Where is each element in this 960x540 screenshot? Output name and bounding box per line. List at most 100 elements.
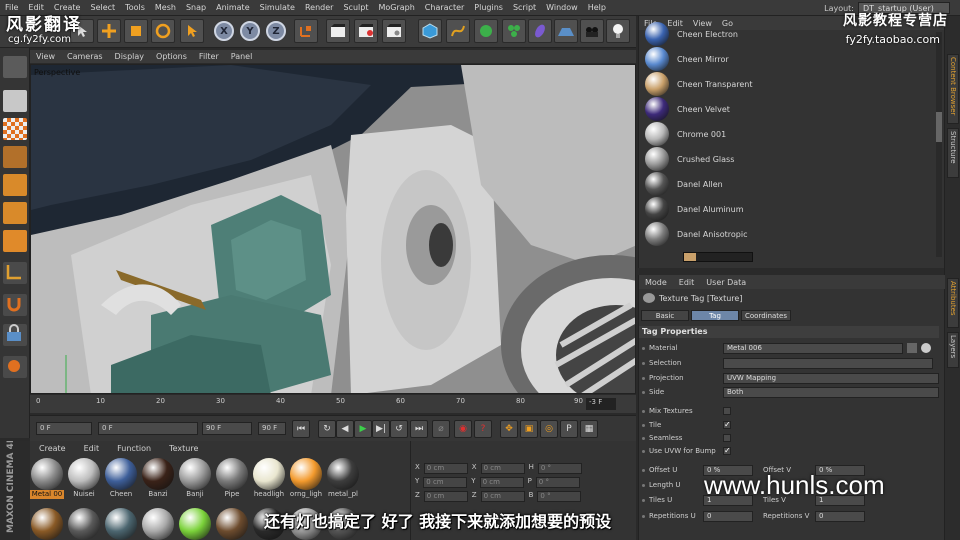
menu-help[interactable]: Help: [583, 3, 611, 12]
viewport-menu-view[interactable]: View: [30, 52, 61, 61]
cube-icon[interactable]: [418, 19, 442, 43]
material-swatch[interactable]: Banzi: [141, 458, 175, 499]
go-to-end-icon[interactable]: ⏭: [410, 420, 428, 438]
seamless-checkbox[interactable]: [723, 434, 731, 442]
coord-rot-b[interactable]: 0 °: [537, 491, 582, 502]
go-to-start-icon[interactable]: ⏮: [292, 420, 310, 438]
browser-zoom-slider[interactable]: [683, 252, 753, 262]
viewport-menu-options[interactable]: Options: [150, 52, 193, 61]
axis-mode-icon[interactable]: [3, 262, 27, 284]
key-parameter-icon[interactable]: P: [560, 420, 578, 438]
browser-list-item[interactable]: Danel Aluminum: [645, 197, 744, 221]
menu-select[interactable]: Select: [85, 3, 120, 12]
snap-icon[interactable]: [3, 294, 27, 316]
mograph-icon[interactable]: [502, 19, 526, 43]
material-swatch[interactable]: [178, 508, 212, 540]
record-icon[interactable]: ◉: [454, 420, 472, 438]
max-frame-field[interactable]: 90 F: [202, 422, 252, 435]
coord-pos-x[interactable]: 0 cm: [423, 463, 468, 474]
tab-tag[interactable]: Tag: [691, 310, 739, 321]
material-link-field[interactable]: Metal 006: [723, 343, 903, 354]
browser-list-item[interactable]: Chrome 001: [645, 122, 726, 146]
menu-sculpt[interactable]: Sculpt: [338, 3, 373, 12]
material-swatch[interactable]: [67, 508, 101, 540]
viewport-menu-panel[interactable]: Panel: [225, 52, 259, 61]
autokey-icon[interactable]: ?: [474, 420, 492, 438]
browser-list-item[interactable]: Crushed Glass: [645, 147, 734, 171]
menu-snap[interactable]: Snap: [181, 3, 211, 12]
attr-menu-mode[interactable]: Mode: [639, 278, 673, 287]
repetitions-u-field[interactable]: 0: [703, 511, 753, 522]
selection-field[interactable]: [723, 358, 933, 369]
scale-icon[interactable]: [124, 19, 148, 43]
key-position-icon[interactable]: ✥: [500, 420, 518, 438]
material-swatch[interactable]: Pipe: [215, 458, 249, 499]
key-pla-icon[interactable]: ▦: [580, 420, 598, 438]
spline-icon[interactable]: [446, 19, 470, 43]
projection-dropdown[interactable]: UVW Mapping: [723, 373, 939, 384]
repetitions-v-field[interactable]: 0: [815, 511, 865, 522]
render-picture-viewer-icon[interactable]: [354, 19, 378, 43]
recent-tools-icon[interactable]: [180, 19, 204, 43]
coordinate-system-icon[interactable]: [294, 19, 318, 43]
attr-menu-userdata[interactable]: User Data: [700, 278, 752, 287]
menu-mograph[interactable]: MoGraph: [373, 3, 419, 12]
material-swatch[interactable]: [215, 508, 249, 540]
browser-list-item[interactable]: Cheen Transparent: [645, 72, 752, 96]
y-axis-lock-button[interactable]: Y: [240, 21, 260, 41]
step-forward-icon[interactable]: ▶|: [372, 420, 390, 438]
end-frame-field[interactable]: 90 F: [258, 422, 286, 435]
mix-textures-checkbox[interactable]: [723, 407, 731, 415]
material-swatch[interactable]: headligh: [252, 458, 286, 499]
tab-coordinates[interactable]: Coordinates: [741, 310, 791, 321]
coord-rot-h[interactable]: 0 °: [537, 463, 582, 474]
points-mode-icon[interactable]: [3, 174, 27, 196]
tab-basic[interactable]: Basic: [641, 310, 689, 321]
coord-pos-z[interactable]: 0 cm: [423, 491, 468, 502]
material-swatch[interactable]: [104, 508, 138, 540]
workplane-grid-icon[interactable]: [3, 356, 27, 378]
viewport-menu-cameras[interactable]: Cameras: [61, 52, 109, 61]
browser-list-item[interactable]: Danel Anisotropic: [645, 222, 748, 246]
menu-character[interactable]: Character: [420, 3, 470, 12]
model-mode-icon[interactable]: [3, 90, 27, 112]
coord-size-y[interactable]: 0 cm: [479, 477, 524, 488]
render-settings-icon[interactable]: [382, 19, 406, 43]
coord-size-x[interactable]: 0 cm: [480, 463, 525, 474]
material-preview-icon[interactable]: [921, 343, 931, 353]
texture-mode-icon[interactable]: [3, 118, 27, 140]
tab-layers[interactable]: Layers: [947, 332, 959, 368]
material-swatch[interactable]: Metal 00: [30, 458, 64, 499]
perspective-viewport[interactable]: Perspective: [30, 64, 636, 394]
workplane-mode-icon[interactable]: [3, 146, 27, 168]
material-swatch[interactable]: orng_ligh: [289, 458, 323, 499]
nurbs-icon[interactable]: [474, 19, 498, 43]
material-menu-texture[interactable]: Texture: [160, 444, 207, 456]
menu-script[interactable]: Script: [508, 3, 541, 12]
material-menu-function[interactable]: Function: [108, 444, 160, 456]
polygons-mode-icon[interactable]: [3, 230, 27, 252]
menu-simulate[interactable]: Simulate: [255, 3, 300, 12]
menu-window[interactable]: Window: [541, 3, 583, 12]
current-frame-field[interactable]: -3 F: [586, 398, 616, 410]
x-axis-lock-button[interactable]: X: [214, 21, 234, 41]
menu-tools[interactable]: Tools: [120, 3, 150, 12]
material-swatch[interactable]: [30, 508, 64, 540]
timeline-ruler[interactable]: 0 10 20 30 40 50 60 70 80 90 -3 F: [30, 395, 636, 413]
coord-pos-y[interactable]: 0 cm: [423, 477, 468, 488]
menu-mesh[interactable]: Mesh: [150, 3, 181, 12]
record-keys-disabled-icon[interactable]: ⌀: [432, 420, 450, 438]
menu-render[interactable]: Render: [300, 3, 338, 12]
light-icon[interactable]: [606, 19, 630, 43]
side-dropdown[interactable]: Both: [723, 387, 939, 398]
browser-scroll-thumb[interactable]: [936, 112, 942, 142]
material-menu-create[interactable]: Create: [30, 444, 75, 456]
step-back-icon[interactable]: ◀: [336, 420, 354, 438]
browser-list-item[interactable]: Danel Allen: [645, 172, 723, 196]
start-frame-field[interactable]: 0 F: [36, 422, 92, 435]
material-swatch[interactable]: Cheen: [104, 458, 138, 499]
key-scale-icon[interactable]: ▣: [520, 420, 538, 438]
menu-animate[interactable]: Animate: [211, 3, 255, 12]
loop-icon[interactable]: ↻: [318, 420, 336, 438]
move-icon[interactable]: [97, 19, 121, 43]
